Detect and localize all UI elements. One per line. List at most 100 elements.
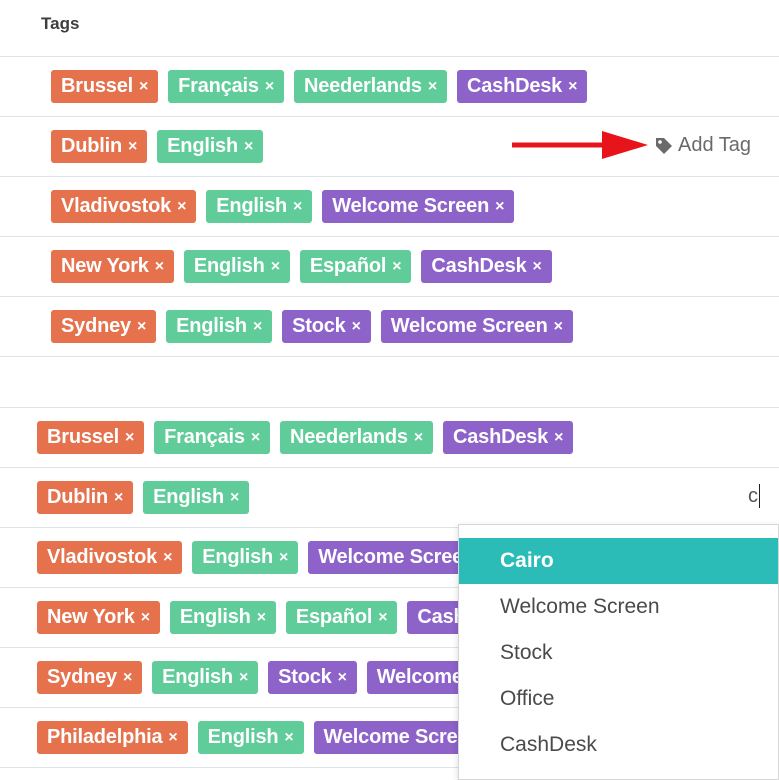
tag-suggestions-dropdown: Cairo Welcome Screen Stock Office CashDe… [458, 524, 779, 780]
tag-label: Français [164, 426, 245, 448]
tag-label: Vladivostok [47, 546, 158, 568]
remove-tag-icon[interactable]: × [378, 609, 387, 627]
remove-tag-icon[interactable]: × [554, 429, 563, 447]
tag-label: CashDesk [452, 426, 549, 448]
remove-tag-icon[interactable]: × [533, 258, 542, 276]
tag-input[interactable]: c [748, 484, 760, 508]
remove-tag-icon[interactable]: × [428, 78, 437, 96]
tag-chip: Español × [285, 601, 398, 634]
remove-tag-icon[interactable]: × [239, 669, 248, 687]
remove-tag-icon[interactable]: × [230, 489, 239, 507]
tag-chip: Sydney × [51, 310, 157, 343]
tag-label: Stock [278, 666, 332, 688]
suggestion-cashdesk[interactable]: CashDesk [459, 722, 778, 768]
tag-chip: Vladivostok × [37, 541, 183, 574]
tag-row: Brussel × Français × Neederlands × CashDesk… [0, 408, 779, 468]
suggestion-cairo[interactable]: Cairo [459, 538, 778, 584]
remove-tag-icon[interactable]: × [554, 318, 563, 336]
remove-tag-icon[interactable]: × [265, 78, 274, 96]
tag-label: Neederlands [289, 426, 408, 448]
add-tag-button[interactable]: Add Tag [654, 134, 751, 157]
tag-chip: Stock × [282, 310, 371, 343]
remove-tag-icon[interactable]: × [257, 609, 266, 627]
tag-chip: English × [192, 541, 299, 574]
tag-chip: Welcome Screen × [322, 190, 515, 223]
remove-tag-icon[interactable]: × [123, 669, 132, 687]
remove-tag-icon[interactable]: × [271, 258, 280, 276]
suggestion-stock[interactable]: Stock [459, 630, 778, 676]
tag-label: New York [61, 255, 149, 277]
tag-chip: Dublin × [37, 481, 134, 514]
tags-header: Tags [0, 0, 779, 57]
tag-label: Sydney [61, 315, 131, 337]
tag-chip: CashDesk × [456, 70, 588, 103]
remove-tag-icon[interactable]: × [352, 318, 361, 336]
tag-label: Welcome Screen [390, 315, 548, 337]
remove-tag-icon[interactable]: × [137, 318, 146, 336]
remove-tag-icon[interactable]: × [495, 198, 504, 216]
tag-icon [656, 137, 672, 154]
suggestion-label: Stock [500, 641, 553, 664]
tag-label: English [193, 255, 265, 277]
tag-label: English [207, 726, 279, 748]
tags-title: Tags [41, 14, 80, 33]
tag-label: Dublin [47, 486, 109, 508]
remove-tag-icon[interactable]: × [177, 198, 186, 216]
remove-tag-icon[interactable]: × [251, 429, 260, 447]
tag-chip: Sydney × [37, 661, 143, 694]
remove-tag-icon[interactable]: × [128, 138, 137, 156]
remove-tag-icon[interactable]: × [139, 78, 148, 96]
tag-chip: Vladivostok × [51, 190, 197, 223]
remove-tag-icon[interactable]: × [244, 138, 253, 156]
tag-chip: Français × [154, 421, 270, 454]
remove-tag-icon[interactable]: × [414, 429, 423, 447]
tag-chip: New York × [51, 250, 174, 283]
remove-tag-icon[interactable]: × [253, 318, 262, 336]
tag-label: Stock [292, 315, 346, 337]
remove-tag-icon[interactable]: × [114, 489, 123, 507]
tag-chip: Español × [299, 250, 412, 283]
remove-tag-icon[interactable]: × [155, 258, 164, 276]
tag-row: Vladivostok × English × Welcome Screen × [0, 177, 779, 237]
suggestion-label: CashDesk [500, 733, 597, 756]
suggestion-office[interactable]: Office [459, 676, 778, 722]
tag-chip: Dublin × [51, 130, 148, 163]
text-caret [759, 484, 760, 508]
remove-tag-icon[interactable]: × [568, 78, 577, 96]
tag-row: Brussel × Français × Neederlands × CashDesk… [0, 57, 779, 117]
tag-input-value: c [748, 484, 758, 507]
suggestion-welcome-screen[interactable]: Welcome Screen [459, 584, 778, 630]
tag-chip: Neederlands × [293, 70, 447, 103]
tag-label: English [179, 606, 251, 628]
suggestion-label: Office [500, 687, 555, 710]
remove-tag-icon[interactable]: × [141, 609, 150, 627]
tag-chip: Brussel × [37, 421, 145, 454]
remove-tag-icon[interactable]: × [279, 549, 288, 567]
tag-chip: English × [152, 661, 259, 694]
add-tag-label: Add Tag [678, 134, 752, 156]
remove-tag-icon[interactable]: × [392, 258, 401, 276]
tag-label: Brussel [47, 426, 119, 448]
tag-label: Vladivostok [61, 195, 172, 217]
tag-label: Español [295, 606, 373, 628]
tag-chip: English × [169, 601, 276, 634]
suggestion-label: Welcome Screen [500, 595, 660, 618]
remove-tag-icon[interactable]: × [168, 729, 177, 747]
red-arrow-icon [512, 131, 648, 159]
remove-tag-icon[interactable]: × [125, 429, 134, 447]
remove-tag-icon[interactable]: × [293, 198, 302, 216]
tag-chip: CashDesk × [421, 250, 552, 283]
tag-label: English [162, 666, 233, 688]
tag-chip: Stock × [268, 661, 357, 694]
suggestion-label: Cairo [500, 549, 554, 572]
tag-row: New York × English × Español × CashDesk × [0, 237, 779, 297]
tag-label: Sydney [47, 666, 117, 688]
remove-tag-icon[interactable]: × [284, 729, 293, 747]
tag-chip: English × [206, 190, 313, 223]
tag-label: Philadelphia [47, 726, 163, 748]
tag-label: CashDesk [431, 255, 527, 277]
remove-tag-icon[interactable]: × [163, 549, 172, 567]
tag-chip: Brussel × [51, 70, 159, 103]
tag-chip: New York × [37, 601, 160, 634]
remove-tag-icon[interactable]: × [338, 669, 347, 687]
